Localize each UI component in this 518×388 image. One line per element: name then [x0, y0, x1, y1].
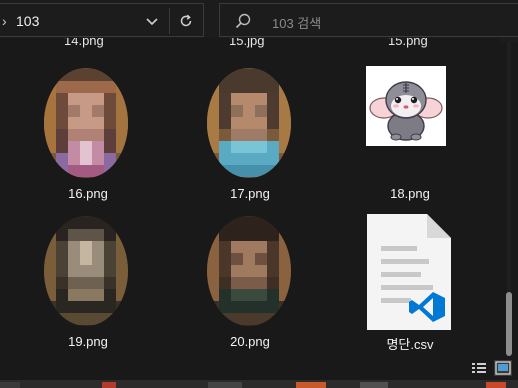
file-label-cut[interactable]: 15.png — [388, 38, 428, 52]
taskbar-item[interactable] — [0, 382, 20, 388]
taskbar-item[interactable] — [360, 382, 388, 388]
csv-file-icon — [367, 212, 451, 330]
address-path[interactable]: 103 — [16, 13, 39, 29]
file-label-cut[interactable]: 14.png — [64, 38, 104, 52]
address-bar[interactable]: › 103 — [0, 3, 204, 37]
image-thumbnail — [44, 68, 128, 178]
pixelated-portrait — [207, 69, 291, 177]
image-thumbnail — [207, 68, 291, 178]
file-list: 14.png 15.jpg 15.png 16.png 17.png 18.pn… — [0, 38, 500, 356]
file-name[interactable]: 20.png — [195, 334, 305, 349]
pixelated-portrait — [44, 69, 128, 177]
image-thumbnail — [366, 66, 446, 146]
file-explorer-window: › 103 103 검색 14.png 15.jpg 15.png 16.png… — [0, 0, 518, 388]
search-box[interactable]: 103 검색 — [219, 3, 518, 37]
details-view-icon[interactable] — [470, 360, 488, 376]
cartoon-sticker-image — [369, 81, 443, 141]
file-label-cut[interactable]: 15.jpg — [229, 38, 264, 52]
taskbar-item[interactable] — [102, 382, 116, 388]
pixelated-portrait — [207, 217, 291, 325]
refresh-icon[interactable] — [177, 12, 195, 30]
vertical-scrollbar[interactable] — [500, 42, 518, 356]
taskbar-item[interactable] — [208, 382, 242, 388]
taskbar-strip — [0, 380, 518, 388]
image-thumbnail — [207, 216, 291, 326]
file-name[interactable]: 18.png — [355, 186, 465, 201]
address-separator — [169, 8, 170, 34]
document-icon — [367, 214, 451, 330]
file-name[interactable]: 16.png — [33, 186, 143, 201]
file-name[interactable]: 19.png — [33, 334, 143, 349]
image-thumbnail — [44, 216, 128, 326]
taskbar-item[interactable] — [296, 382, 326, 388]
pixelated-portrait — [44, 217, 128, 325]
status-bar — [0, 356, 518, 380]
scrollbar-thumb[interactable] — [506, 292, 512, 356]
large-icons-view-icon[interactable] — [494, 360, 512, 376]
chevron-down-icon[interactable] — [143, 12, 161, 30]
toolbar: › 103 103 검색 — [0, 0, 518, 42]
taskbar-item[interactable] — [486, 382, 506, 388]
search-icon — [235, 13, 251, 29]
file-name[interactable]: 17.png — [195, 186, 305, 201]
search-placeholder: 103 검색 — [272, 16, 322, 31]
file-name[interactable]: 명단.csv — [355, 334, 465, 353]
chevron-left-icon[interactable]: › — [2, 13, 7, 29]
